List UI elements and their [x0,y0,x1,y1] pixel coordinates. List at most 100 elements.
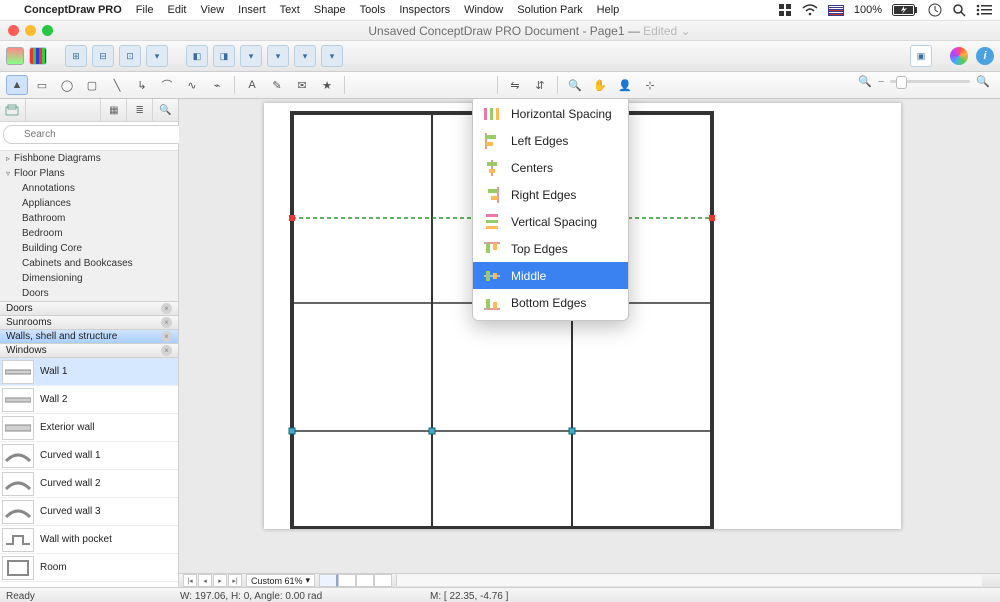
menu-solution-park[interactable]: Solution Park [517,4,582,16]
polyline-tool[interactable]: ⌁ [206,75,228,95]
group-icon[interactable]: ⊞ [65,45,87,67]
align-icon[interactable]: ▾ [240,45,262,67]
screen-tool[interactable]: ▢ [81,75,103,95]
spline-tool[interactable]: ∿ [181,75,203,95]
page-last[interactable]: ▸| [228,574,242,587]
hand-tool[interactable]: ✋ [589,75,611,95]
menu-insert[interactable]: Insert [238,4,266,16]
tree-bathroom[interactable]: Bathroom [0,211,178,226]
acc-doors[interactable]: Doors× [0,302,178,316]
dd-top-edges[interactable]: Top Edges [473,235,628,262]
presentation-icon[interactable]: ▣ [910,45,932,67]
flag-icon[interactable] [828,5,844,16]
person-icon[interactable]: 👤 [614,75,636,95]
window-zoom-button[interactable] [42,25,53,36]
flip-v-icon[interactable]: ⇵ [529,75,551,95]
sidebar-tab-grid[interactable]: ▦ [101,99,127,121]
palette-wall1[interactable]: Wall 1 [0,358,178,386]
page-thumb-2[interactable] [338,574,356,587]
zoom-minus[interactable]: − [878,76,884,88]
tree-floorplans[interactable]: ▿Floor Plans [0,166,178,181]
send-back-icon[interactable]: ◨ [213,45,235,67]
bring-front-icon[interactable]: ◧ [186,45,208,67]
tree-dimensioning[interactable]: Dimensioning [0,271,178,286]
dd-left-edges[interactable]: Left Edges [473,127,628,154]
search-icon[interactable] [952,3,966,17]
ungroup-icon[interactable]: ⊟ [92,45,114,67]
library-icon[interactable] [6,47,24,65]
tree-appliances[interactable]: Appliances [0,196,178,211]
connector-tool[interactable]: ↳ [131,75,153,95]
tree-doors[interactable]: Doors [0,286,178,301]
callout-tool[interactable]: ✎ [266,75,288,95]
zoom-in-icon[interactable]: 🔍 [564,75,586,95]
toolbar-icon-9[interactable]: ▾ [294,45,316,67]
acc-walls[interactable]: Walls, shell and structure× [0,330,178,344]
search-input[interactable] [3,125,203,144]
close-icon[interactable]: × [161,317,172,328]
palette-room[interactable]: Room [0,554,178,582]
zoom-plus[interactable]: 🔍 [976,75,990,88]
toolbar-icon-3[interactable]: ⊡ [119,45,141,67]
window-edited-label[interactable]: Edited [643,24,677,38]
page-prev[interactable]: ◂ [198,574,212,587]
ellipse-tool[interactable]: ◯ [56,75,78,95]
zoom-thumb[interactable] [896,76,907,89]
palette-pocket[interactable]: Wall with pocket [0,526,178,554]
dd-horizontal-spacing[interactable]: Horizontal Spacing [473,100,628,127]
tree-annotations[interactable]: Annotations [0,181,178,196]
zoom-slider[interactable] [890,80,970,83]
page-first[interactable]: |◂ [183,574,197,587]
dd-right-edges[interactable]: Right Edges [473,181,628,208]
toolbar-icon-10[interactable]: ▾ [321,45,343,67]
window-close-button[interactable] [8,25,19,36]
page-thumb-3[interactable] [356,574,374,587]
window-minimize-button[interactable] [25,25,36,36]
rect-tool[interactable]: ▭ [31,75,53,95]
page-next[interactable]: ▸ [213,574,227,587]
note-tool[interactable]: ✉ [291,75,313,95]
sidebar-tab-search[interactable]: 🔍 [153,99,178,121]
menu-inspectors[interactable]: Inspectors [399,4,450,16]
close-icon[interactable]: × [161,303,172,314]
zoom-combo[interactable]: Custom 61%▾ [246,574,315,587]
menu-tools[interactable]: Tools [360,4,386,16]
palette-icon[interactable] [29,47,47,65]
wifi-icon[interactable] [802,4,818,16]
acc-windows[interactable]: Windows× [0,344,178,358]
palette-curved1[interactable]: Curved wall 1 [0,442,178,470]
pointer-tool[interactable]: ▲ [6,75,28,95]
palette-exterior[interactable]: Exterior wall [0,414,178,442]
dashboard-icon[interactable] [778,3,792,17]
tree-bedroom[interactable]: Bedroom [0,226,178,241]
menu-file[interactable]: File [136,4,154,16]
menu-list-icon[interactable] [976,4,992,16]
line-tool[interactable]: ╲ [106,75,128,95]
dd-centers[interactable]: Centers [473,154,628,181]
dd-bottom-edges[interactable]: Bottom Edges [473,289,628,316]
palette-curved2[interactable]: Curved wall 2 [0,470,178,498]
stamp-tool[interactable]: ★ [316,75,338,95]
distribute-icon[interactable]: ▾ [267,45,289,67]
flip-h-icon[interactable]: ⇋ [504,75,526,95]
text-tool[interactable]: A [241,75,263,95]
toolbar-icon-4[interactable]: ▾ [146,45,168,67]
tree-fishbone[interactable]: ▹Fishbone Diagrams [0,151,178,166]
zoom-out-icon[interactable]: 🔍 [858,75,872,88]
tree-buildingcore[interactable]: Building Core [0,241,178,256]
chevron-down-icon[interactable]: ⌄ [681,24,691,38]
color-wheel-icon[interactable] [950,47,968,65]
menu-window[interactable]: Window [464,4,503,16]
drawing-canvas[interactable]: Horizontal Spacing Left Edges Centers Ri… [179,99,1000,573]
app-name[interactable]: ConceptDraw PRO [24,4,122,16]
clock-icon[interactable] [928,3,942,17]
acc-sunrooms[interactable]: Sunrooms× [0,316,178,330]
arc-tool[interactable]: ⌒ [156,75,178,95]
palette-curved3[interactable]: Curved wall 3 [0,498,178,526]
close-icon[interactable]: × [161,345,172,356]
snap-icon[interactable]: ⊹ [639,75,661,95]
tree-cabinets[interactable]: Cabinets and Bookcases [0,256,178,271]
page-thumb-4[interactable] [374,574,392,587]
menu-edit[interactable]: Edit [168,4,187,16]
page-thumb-1[interactable] [319,574,338,587]
